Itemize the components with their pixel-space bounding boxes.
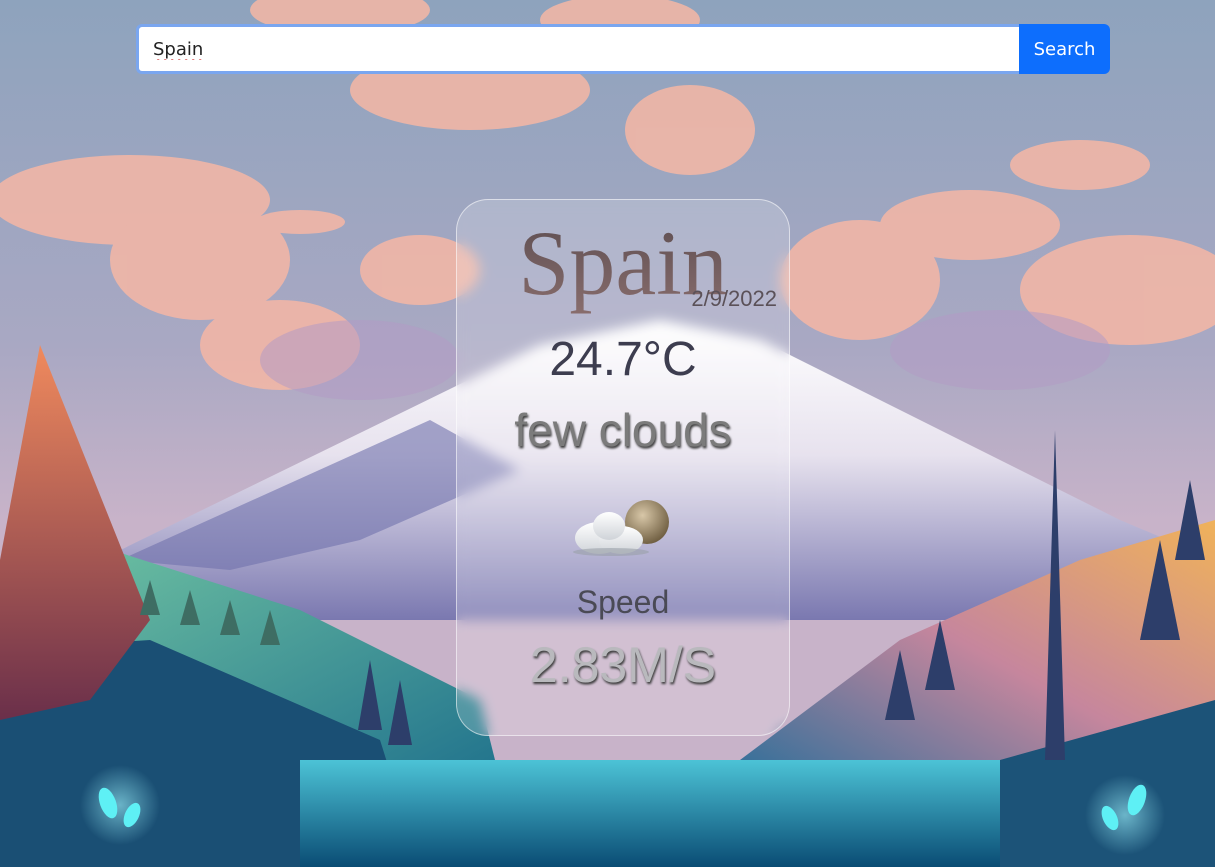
wind-speed-value: 2.83M/S: [529, 637, 717, 693]
weather-description: few clouds: [514, 404, 732, 456]
weather-card: Spain 2/9/2022 24.7°C few clouds Speed 2…: [456, 199, 790, 736]
weather-date: 2/9/2022: [691, 286, 777, 311]
app-root: Search Spain 2/9/2022 24.7°C few clouds: [0, 0, 1215, 867]
wind-speed-label: Speed: [576, 584, 670, 620]
search-button[interactable]: Search: [1019, 24, 1110, 74]
few-clouds-icon: [569, 496, 679, 560]
search-bar: Search: [136, 24, 1110, 74]
search-input[interactable]: [136, 24, 1019, 74]
temperature: 24.7°C: [549, 333, 697, 386]
